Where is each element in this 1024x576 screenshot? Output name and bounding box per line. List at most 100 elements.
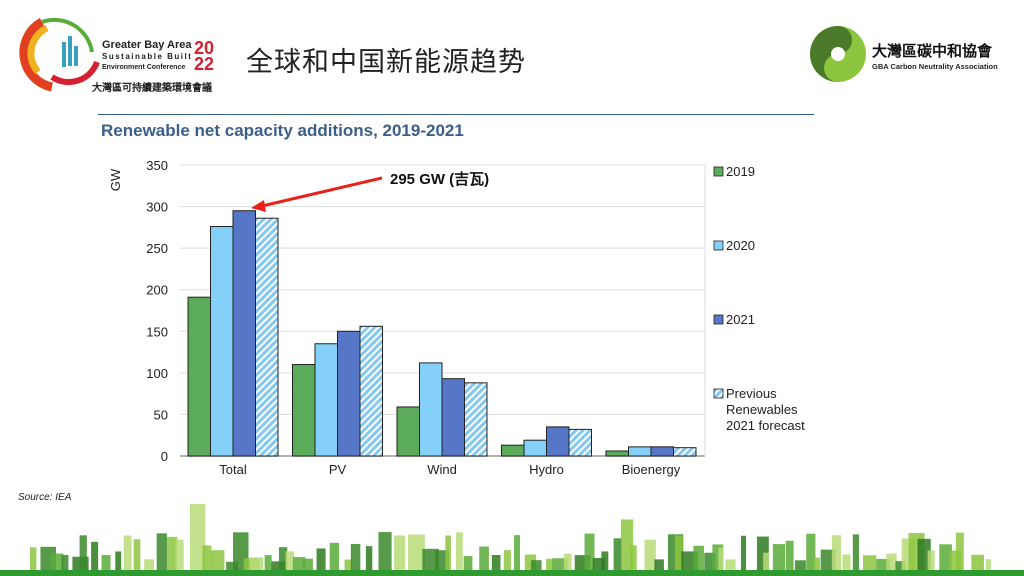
skyline-building [718, 547, 724, 572]
city-skyline-banner [0, 503, 1024, 576]
skyline-building [630, 545, 637, 572]
skyline-building [741, 535, 747, 572]
legend-swatch [713, 166, 724, 177]
skyline-building [644, 539, 656, 572]
annotation-arrow [261, 176, 383, 208]
skyline-building [50, 553, 64, 572]
y-tick-label: 200 [146, 283, 168, 298]
skyline-building [394, 535, 406, 572]
skyline-building [91, 541, 99, 572]
y-tick-label: 250 [146, 241, 168, 256]
skyline-building [378, 532, 392, 572]
legend-label: 2019 [726, 164, 755, 179]
skyline-building [79, 535, 87, 572]
skyline-building [350, 543, 361, 572]
y-tick-label: 100 [146, 366, 168, 381]
bar-pv-1 [292, 364, 316, 457]
skyline-building [264, 555, 272, 572]
skyline-building [316, 548, 326, 572]
bar-hydro-1 [501, 444, 525, 457]
y-tick-label: 0 [161, 449, 168, 464]
skyline-building [763, 552, 769, 572]
skyline-building [852, 534, 860, 572]
legend-label: 2021 [726, 312, 755, 327]
skyline-building [955, 532, 964, 572]
skyline-building [862, 555, 877, 572]
bar-hydro-2 [523, 439, 547, 457]
y-tick-label: 150 [146, 324, 168, 339]
bar-pv-3 [337, 330, 361, 457]
y-tick-label: 50 [154, 407, 168, 422]
bar-total-3 [232, 210, 256, 457]
bar-bioenergy-2 [628, 446, 652, 457]
bar-hydro-4 [568, 428, 592, 457]
bar-bioenergy-1 [605, 450, 629, 457]
bar-bioenergy-3 [650, 446, 674, 457]
x-tick-label: Total [219, 462, 247, 477]
bar-pv-2 [314, 343, 338, 457]
skyline-building [156, 533, 167, 572]
annotation-arrowhead [251, 200, 266, 212]
y-axis-label: GW [108, 168, 123, 191]
skyline-building [971, 554, 984, 572]
skyline-building [202, 545, 212, 572]
footer-bar [0, 570, 1024, 576]
skyline-building [601, 551, 609, 572]
skyline-building [842, 554, 851, 572]
skyline-building [365, 546, 373, 572]
legend-swatch [713, 388, 724, 399]
skyline-building [455, 532, 463, 572]
bar-total-4 [255, 217, 279, 457]
skyline-building [249, 557, 264, 572]
skyline-building [491, 555, 501, 572]
skyline-building [285, 551, 295, 572]
x-tick-label: PV [329, 462, 347, 477]
x-tick-label: Bioenergy [622, 462, 681, 477]
skyline-building [329, 542, 340, 572]
skyline-building [927, 550, 935, 572]
x-tick-label: Hydro [529, 462, 564, 477]
bar-chart: 0 50 100 150 200 250 300 350 Total PV Wind Hydro Bio… [108, 158, 805, 477]
skyline-building [115, 551, 122, 572]
skyline-building [61, 554, 69, 572]
skyline-building [886, 553, 897, 572]
bar-wind-4 [464, 382, 488, 457]
skyline-building [101, 555, 111, 572]
bar-pv-4 [359, 325, 383, 457]
bar-total-1 [187, 296, 211, 457]
legend-label: 2020 [726, 238, 755, 253]
legend-label: Previous [726, 386, 777, 401]
skyline-building [133, 539, 141, 572]
skyline-building [772, 544, 786, 572]
bar-bioenergy-4 [673, 447, 697, 457]
bar-wind-3 [441, 378, 465, 457]
bar-total-2 [210, 226, 234, 457]
skyline-building [123, 535, 132, 572]
skyline-building [479, 546, 489, 572]
bar-wind-1 [396, 406, 420, 457]
y-tick-label: 350 [146, 158, 168, 173]
skyline-building [563, 553, 572, 572]
skyline-building [693, 545, 704, 572]
skyline-building [503, 550, 511, 572]
bar-hydro-3 [546, 426, 570, 457]
slide: Greater Bay Area Sustainable Built Envir… [0, 0, 1024, 576]
skyline-building [813, 557, 821, 572]
skyline-building [785, 540, 794, 572]
skyline-building [831, 535, 842, 572]
skyline-building [445, 535, 451, 572]
legend-label: Renewables [726, 402, 798, 417]
x-tick-label: Wind [427, 462, 457, 477]
legend-swatch [713, 240, 724, 251]
skyline-building [513, 535, 520, 572]
skyline-building [175, 539, 184, 572]
bar-wind-2 [419, 362, 443, 457]
skyline-building [463, 555, 473, 572]
legend-swatch [713, 314, 724, 325]
skyline-building [613, 538, 622, 572]
skyline-building [30, 547, 37, 572]
skyline-building [210, 550, 225, 572]
legend-label: 2021 forecast [726, 418, 805, 433]
annotation-text: 295 GW (吉瓦) [390, 170, 489, 188]
y-tick-label: 300 [146, 200, 168, 215]
